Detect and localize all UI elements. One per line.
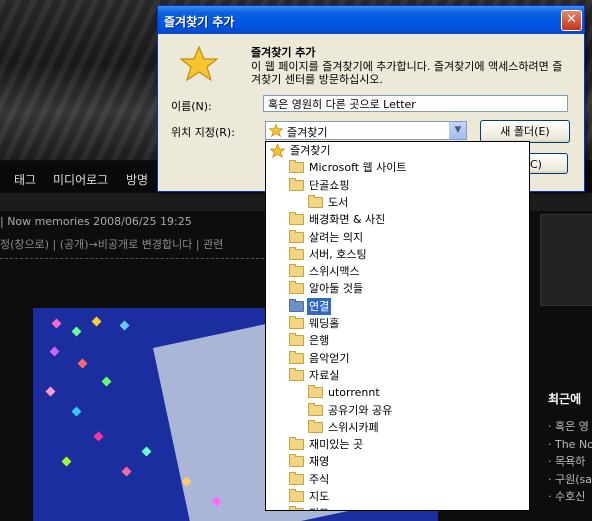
new-folder-button[interactable]: 새 폴더(E) <box>480 120 570 143</box>
folder-icon <box>289 298 304 312</box>
folder-icon <box>289 160 304 174</box>
folder-icon <box>289 471 304 485</box>
star-decoration <box>91 316 102 327</box>
nav-item-guestbook[interactable]: 방명 <box>126 171 148 188</box>
tree-folder-label: 공유기와 공유 <box>328 403 393 417</box>
folder-icon <box>308 402 323 416</box>
folder-icon <box>289 367 304 381</box>
dialog-title: 즐겨찾기 추가 <box>164 15 235 29</box>
tree-folder-label: 재미있는 곳 <box>309 438 364 452</box>
tree-root-label: 즐겨찾기 <box>290 144 331 157</box>
nav-item-medialog[interactable]: 미디어로그 <box>53 171 108 188</box>
folder-icon <box>289 177 304 191</box>
star-decoration <box>121 466 132 477</box>
sidebar-item[interactable]: · 목욕하 <box>548 453 592 471</box>
tree-folder-label: utorrennt <box>328 386 380 400</box>
star-decoration <box>51 318 62 329</box>
folder-icon <box>308 194 323 208</box>
folder-icon <box>289 437 304 451</box>
tree-folder-label: 재영 <box>309 455 330 469</box>
sidebar-recent-list: · 혹은 영 · The No · 목욕하 · 구원(sa · 수호신 <box>548 418 592 506</box>
location-dropdown[interactable]: 즐겨찾기 ▼ <box>265 121 467 140</box>
tree-folder-label: 배경화면 & 사진 <box>309 213 386 227</box>
post-actions[interactable]: 정(창으로) | (공개)→비공개로 변경합니다 | 관련 <box>0 236 223 252</box>
tree-folder-label: 웨딩홀 <box>309 317 340 330</box>
star-decoration <box>141 446 152 457</box>
sidebar-item[interactable]: · 수호신 <box>548 488 592 506</box>
sidebar-item[interactable]: · 구원(sa <box>548 471 592 489</box>
tree-folder-label: 은행 <box>309 334 330 348</box>
folder-icon <box>289 212 304 226</box>
favorites-star-icon <box>270 144 285 158</box>
sidebar-box <box>540 214 592 306</box>
location-value: 즐겨찾기 <box>287 126 328 139</box>
tree-folder-label: 자료실 <box>309 368 340 382</box>
chevron-down-icon[interactable]: ▼ <box>449 122 466 139</box>
tree-folder-label: 펀드 <box>309 505 329 510</box>
tree-folder-label: 단골쇼핑 <box>309 178 350 192</box>
folder-icon <box>289 454 304 468</box>
location-label: 위치 지정(R): <box>171 126 235 139</box>
sidebar-title: 최근에 <box>548 392 582 406</box>
folder-icon <box>289 489 304 502</box>
tree-folder-label: 도서 <box>328 195 349 209</box>
star-decoration <box>71 326 82 337</box>
tree-folder-label: 알아둘 것들 <box>309 282 364 296</box>
tree-folder-label: 지도 <box>309 490 330 503</box>
folder-icon <box>289 350 304 364</box>
sidebar-item[interactable]: · The No <box>548 436 592 454</box>
dialog-description: 이 웹 페이지를 즐겨찾기에 추가합니다. 즐겨찾기에 액세스하려면 즐겨찾기 … <box>251 60 563 86</box>
cancel-button[interactable]: C) <box>525 153 568 174</box>
star-decoration <box>61 456 72 467</box>
name-label: 이름(N): <box>171 100 212 113</box>
nav-item-tag[interactable]: 태그 <box>14 171 36 188</box>
sidebar-item[interactable]: · 혹은 영 <box>548 418 592 436</box>
tree-folder-label: Microsoft 웹 사이트 <box>309 161 407 175</box>
folder-icon <box>289 264 304 278</box>
favorite-star-icon <box>180 46 218 82</box>
tree-folder-label: 연결 <box>307 297 332 315</box>
tree-folder-label: 스위시카페 <box>328 420 379 434</box>
folder-icon <box>289 246 304 260</box>
folder-icon <box>289 506 304 510</box>
star-decoration <box>93 431 104 442</box>
folder-icon <box>308 419 323 433</box>
tree-folder-label: 스위시맥스 <box>309 265 360 279</box>
folder-icon <box>308 385 323 399</box>
dialog-titlebar[interactable]: 즐겨찾기 추가 ✕ <box>158 6 584 34</box>
star-decoration <box>101 376 112 387</box>
post-meta: | Now memories 2008/06/25 19:25 <box>0 215 192 228</box>
tree-folder-label: 살려는 의지 <box>309 230 364 244</box>
folder-tree-list[interactable]: 즐겨찾기 Microsoft 웹 사이트단골쇼핑도서배경화면 & 사진살려는 의… <box>265 141 530 511</box>
star-decoration <box>45 386 56 397</box>
star-decoration <box>77 358 88 369</box>
tree-folder-label: 주식 <box>309 472 330 486</box>
star-decoration <box>71 406 82 417</box>
close-button[interactable]: ✕ <box>561 10 582 31</box>
favorites-star-icon <box>269 124 283 137</box>
tree-folder-label: 음악얻기 <box>309 351 350 365</box>
star-decoration <box>49 346 60 357</box>
folder-icon <box>289 333 304 347</box>
name-input[interactable]: 혹은 영원히 다른 곳으로 Letter <box>263 95 568 112</box>
star-decoration <box>119 320 130 331</box>
folder-icon <box>289 281 304 295</box>
folder-icon <box>289 229 304 243</box>
dialog-heading: 즐겨찾기 추가 <box>251 46 316 59</box>
tree-folder-label: 서버, 호스팅 <box>309 247 367 261</box>
folder-icon <box>289 316 304 329</box>
